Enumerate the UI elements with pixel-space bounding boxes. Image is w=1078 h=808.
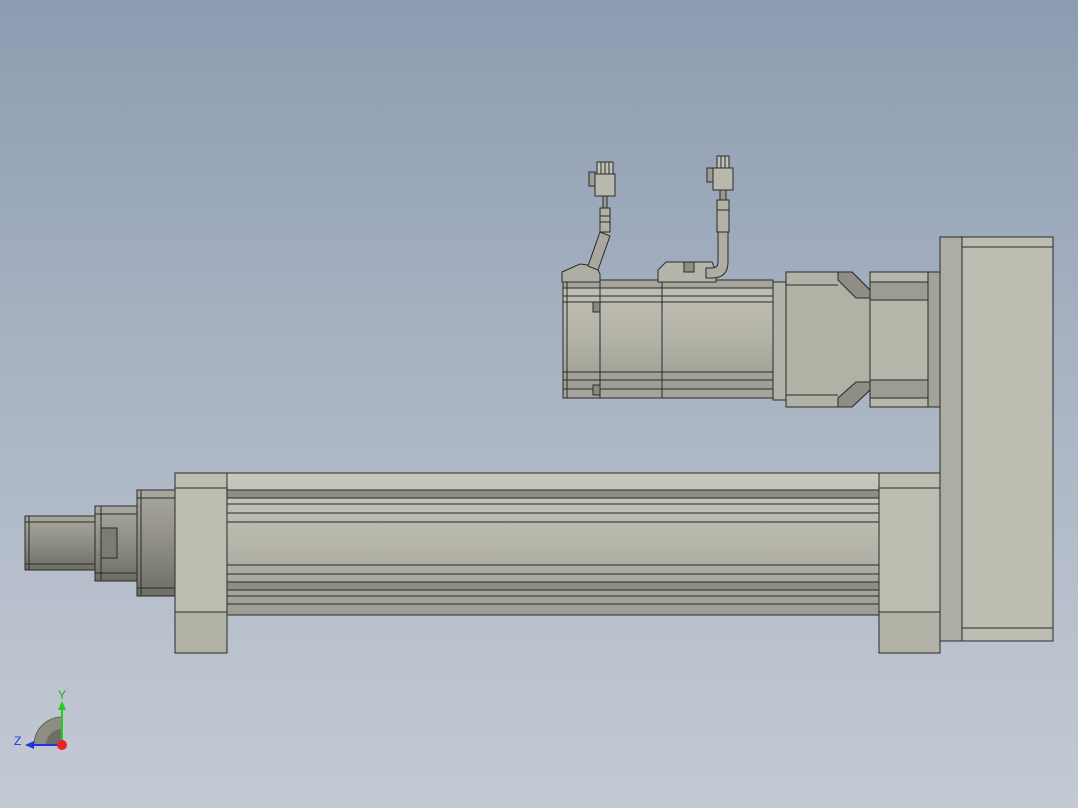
actuator-model-view[interactable]: Y Z xyxy=(0,0,1078,808)
front-flange[interactable] xyxy=(136,489,176,597)
encoder-cable[interactable] xyxy=(587,195,611,271)
rear-end-block[interactable] xyxy=(878,472,941,654)
orientation-triad: Y Z xyxy=(14,688,67,750)
motor-coupling[interactable] xyxy=(869,271,941,408)
rod-nut[interactable] xyxy=(94,505,138,582)
piston-rod[interactable] xyxy=(24,515,96,571)
cad-viewport[interactable]: Y Z xyxy=(0,0,1078,808)
z-axis-label: Z xyxy=(14,734,21,748)
y-axis-label: Y xyxy=(58,688,66,702)
power-connector[interactable] xyxy=(706,155,734,191)
y-axis-arrowhead xyxy=(58,701,66,710)
motor-body[interactable] xyxy=(562,279,787,401)
actuator-assembly[interactable] xyxy=(24,155,1054,654)
pulley-housing[interactable] xyxy=(939,236,1054,642)
x-axis-dot xyxy=(57,740,67,750)
front-end-block[interactable] xyxy=(174,472,228,654)
z-axis-arrowhead xyxy=(25,741,34,749)
actuator-tube[interactable] xyxy=(225,472,881,616)
encoder-connector[interactable] xyxy=(588,161,616,197)
motor-flange[interactable] xyxy=(777,271,871,408)
